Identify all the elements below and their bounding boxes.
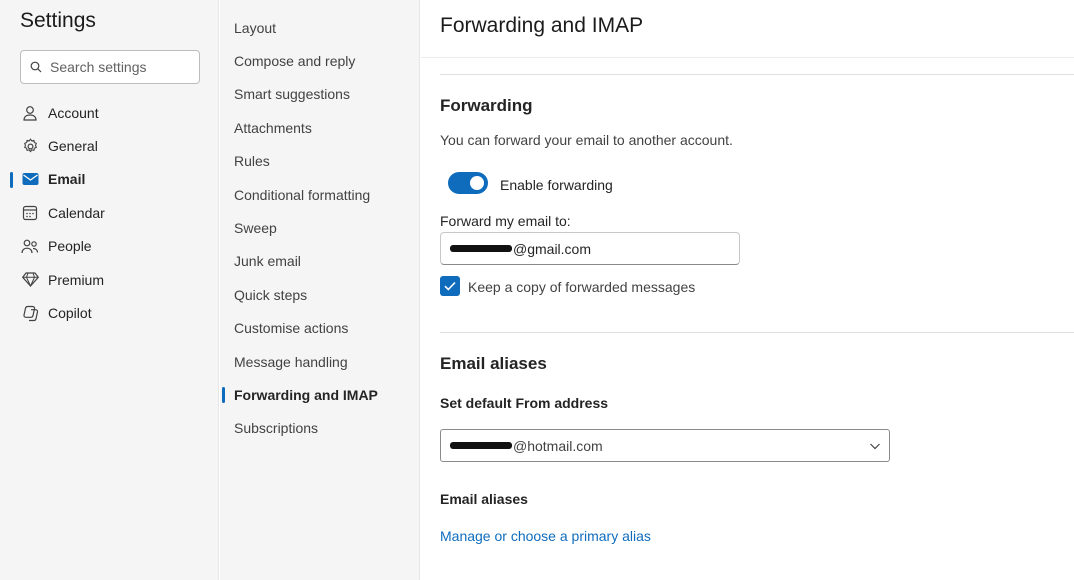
keep-copy-label: Keep a copy of forwarded messages [468,279,696,295]
forwarding-description: You can forward your email to another ac… [440,132,733,148]
sidebar-item-people[interactable]: People [0,230,219,263]
settings-nav-list: Account General Email Calendar People Pr… [0,96,219,330]
default-from-dropdown[interactable]: @hotmail.com [440,429,890,462]
sidebar-item-general[interactable]: General [0,129,219,162]
sidebar-item-label: People [48,238,92,255]
page-title: Forwarding and IMAP [440,14,644,37]
mail-icon [20,169,40,189]
copilot-icon [20,303,40,323]
subnav-item-quick-steps[interactable]: Quick steps [220,278,420,311]
subnav-item-rules[interactable]: Rules [220,145,420,178]
forward-email-field[interactable]: @gmail.com [440,232,740,265]
people-icon [20,236,40,256]
enable-forwarding-label: Enable forwarding [500,177,613,193]
sidebar-item-label: General [48,138,98,155]
sidebar-item-email[interactable]: Email [0,163,219,196]
subnav-item-compose-and-reply[interactable]: Compose and reply [220,44,420,77]
checkmark-icon [444,281,456,291]
person-icon [20,103,40,123]
subnav-item-attachments[interactable]: Attachments [220,111,420,144]
sidebar-item-label: Copilot [48,305,92,322]
header-divider [421,57,1074,58]
chevron-down-icon [870,443,880,450]
redacted-text [450,442,512,449]
manage-alias-link[interactable]: Manage or choose a primary alias [440,528,651,544]
redacted-text [450,245,512,252]
keep-copy-checkbox[interactable] [440,276,460,296]
subnav-item-message-handling[interactable]: Message handling [220,345,420,378]
subnav-item-smart-suggestions[interactable]: Smart suggestions [220,78,420,111]
forwarding-heading: Forwarding [440,96,533,115]
forward-email-value: @gmail.com [513,240,592,257]
gear-icon [20,136,40,156]
toggle-knob [470,176,484,190]
search-input[interactable] [50,59,190,75]
sidebar-item-label: Email [48,171,86,188]
sidebar-item-label: Premium [48,271,105,288]
subnav-item-customise-actions[interactable]: Customise actions [220,312,420,345]
search-icon [30,61,42,73]
email-nav-list: Layout Compose and reply Smart suggestio… [220,11,420,445]
diamond-icon [20,270,40,290]
sidebar-item-calendar[interactable]: Calendar [0,196,219,229]
settings-content: Forwarding and IMAP Forwarding You can f… [421,0,1074,580]
subnav-item-forwarding-and-imap[interactable]: Forwarding and IMAP [220,378,420,411]
email-aliases-label: Email aliases [440,491,528,507]
enable-forwarding-toggle[interactable] [448,172,488,194]
sidebar-item-label: Calendar [48,204,105,221]
forward-to-label: Forward my email to: [440,213,571,229]
sidebar-item-premium[interactable]: Premium [0,263,219,296]
section-divider [440,74,1074,75]
email-aliases-heading: Email aliases [440,354,547,373]
default-from-value: @hotmail.com [513,437,603,454]
subnav-item-junk-email[interactable]: Junk email [220,245,420,278]
search-box[interactable] [20,50,200,84]
sidebar-item-account[interactable]: Account [0,96,219,129]
section-divider [440,332,1074,333]
sidebar-item-copilot[interactable]: Copilot [0,296,219,329]
calendar-icon [20,203,40,223]
email-settings-nav: Layout Compose and reply Smart suggestio… [220,0,420,580]
subnav-item-layout[interactable]: Layout [220,11,420,44]
default-from-label: Set default From address [440,395,609,411]
sidebar-item-label: Account [48,104,99,121]
subnav-item-sweep[interactable]: Sweep [220,211,420,244]
settings-sidebar: Settings Account General Email Calendar … [0,0,219,580]
settings-title: Settings [20,9,96,32]
subnav-item-subscriptions[interactable]: Subscriptions [220,412,420,445]
subnav-item-conditional-formatting[interactable]: Conditional formatting [220,178,420,211]
